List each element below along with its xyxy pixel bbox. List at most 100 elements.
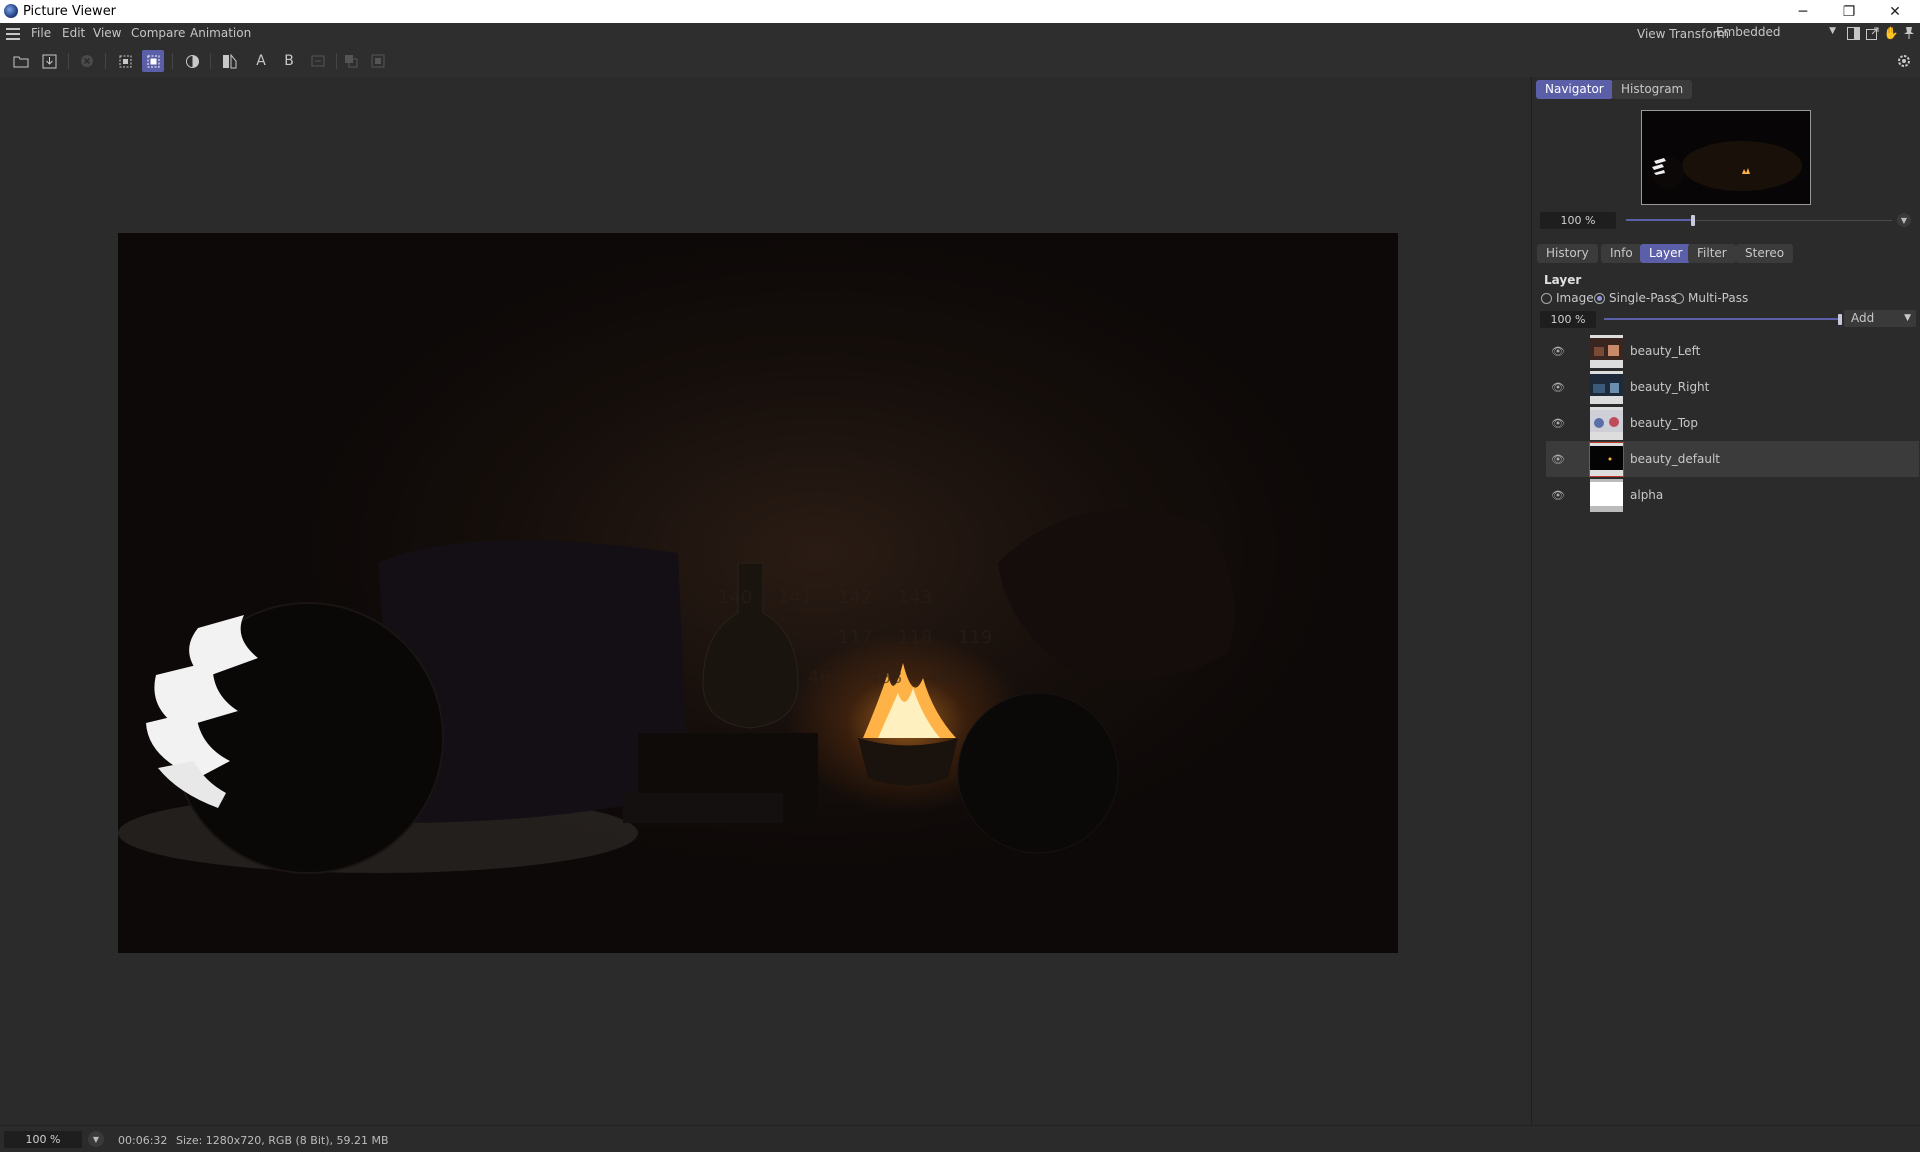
navigator-zoom-fill (1626, 219, 1693, 221)
svg-text:118: 118 (898, 627, 932, 648)
svg-text:141: 141 (778, 587, 812, 608)
title-bar: Picture Viewer ─ ❐ ✕ (0, 0, 1920, 23)
svg-text:143: 143 (898, 587, 932, 608)
status-bar: 100 % ▼ 00:06:32 Size: 1280x720, RGB (8 … (0, 1125, 1920, 1152)
tab-layer[interactable]: Layer (1640, 244, 1692, 263)
app-icon (4, 4, 18, 18)
ab-compare-icon[interactable] (218, 50, 240, 72)
copy-to-a-icon[interactable] (340, 50, 362, 72)
chevron-down-icon[interactable]: ▼ (1897, 213, 1911, 227)
menu-bar: File Edit View Compare Animation View Tr… (0, 23, 1920, 45)
difference-icon[interactable] (307, 50, 329, 72)
stop-render-icon[interactable] (76, 50, 98, 72)
svg-text:469: 469 (928, 667, 962, 688)
tab-filter[interactable]: Filter (1688, 244, 1736, 263)
settings-icon[interactable] (1893, 50, 1915, 72)
chevron-down-icon: ▼ (1829, 26, 1836, 36)
eye-icon[interactable]: 👁 (1551, 416, 1565, 430)
blend-mode-select[interactable]: Add ▼ (1844, 310, 1916, 327)
layer-row-beauty-default[interactable]: 👁 beauty_default (1546, 441, 1919, 477)
render-time: 00:06:32 (118, 1134, 168, 1147)
render-region-icon[interactable] (114, 50, 136, 72)
layer-heading: Layer (1544, 273, 1582, 287)
set-a-button[interactable]: A (250, 50, 272, 72)
image-info: Size: 1280x720, RGB (8 Bit), 59.21 MB (176, 1134, 389, 1147)
navigator-zoom-field[interactable]: 100 % (1540, 212, 1616, 229)
layer-name: beauty_Left (1630, 344, 1701, 358)
layer-row-alpha[interactable]: 👁 alpha (1546, 477, 1919, 513)
maximize-button[interactable]: ❐ (1826, 0, 1872, 23)
layer-name: beauty_Right (1630, 380, 1710, 394)
menu-animation[interactable]: Animation (190, 26, 251, 40)
tab-histogram[interactable]: Histogram (1612, 80, 1693, 99)
chevron-down-icon[interactable]: ▼ (88, 1131, 104, 1147)
toolbar-divider (68, 53, 69, 69)
svg-text:119: 119 (958, 627, 992, 648)
tab-navigator[interactable]: Navigator (1536, 80, 1613, 99)
radio-single-pass-label: Single-Pass (1609, 291, 1677, 305)
layer-name: beauty_default (1630, 452, 1720, 466)
layer-opacity-field[interactable]: 100 % (1540, 311, 1596, 328)
toolbar-divider (336, 53, 337, 69)
radio-image[interactable] (1541, 293, 1552, 304)
save-icon[interactable] (38, 50, 60, 72)
layer-name: alpha (1630, 488, 1664, 502)
pin-icon[interactable] (1902, 26, 1916, 40)
view-transform-select[interactable]: Embedded ▼ (1716, 25, 1840, 43)
eye-icon[interactable]: 👁 (1551, 380, 1565, 394)
toolbar-divider (210, 53, 211, 69)
tab-stereo[interactable]: Stereo (1736, 244, 1794, 263)
layer-row-beauty-left[interactable]: 👁 beauty_Left (1546, 333, 1919, 369)
navigator-zoom-handle[interactable] (1690, 215, 1695, 226)
contrast-icon[interactable] (181, 50, 203, 72)
copy-to-b-icon[interactable] (367, 50, 389, 72)
layer-thumbnail (1590, 407, 1623, 440)
chevron-down-icon: ▼ (1904, 313, 1911, 323)
hand-pan-icon[interactable]: ✋ (1884, 26, 1899, 40)
minimize-button[interactable]: ─ (1780, 0, 1826, 23)
layer-row-beauty-right[interactable]: 👁 beauty_Right (1546, 369, 1919, 405)
svg-text:142: 142 (838, 587, 872, 608)
svg-text:140: 140 (718, 587, 752, 608)
tab-info[interactable]: Info (1601, 244, 1642, 263)
layer-opacity-fill (1604, 318, 1840, 320)
svg-text:467: 467 (808, 667, 842, 688)
radio-image-label: Image (1556, 291, 1594, 305)
toolbar: A B (0, 45, 1920, 78)
svg-text:117: 117 (838, 627, 872, 648)
layer-thumbnail (1590, 335, 1623, 368)
layer-name: beauty_Top (1630, 416, 1699, 430)
status-zoom-field[interactable]: 100 % (4, 1131, 82, 1148)
toolbar-divider (105, 53, 106, 69)
layer-thumbnail (1590, 479, 1623, 512)
layer-thumbnail (1589, 442, 1624, 477)
layer-thumbnail (1590, 371, 1623, 404)
radio-multi-pass[interactable] (1673, 293, 1684, 304)
tab-history[interactable]: History (1537, 244, 1598, 263)
toolbar-divider (172, 53, 173, 69)
set-b-button[interactable]: B (278, 50, 300, 72)
image-viewport[interactable]: 140 141 142 143 117 118 119 467 468 469 (0, 77, 1530, 1125)
render-active-view-icon[interactable] (142, 50, 164, 72)
side-panel: Navigator Histogram 100 % ▼ History Info… (1531, 77, 1920, 1125)
eye-icon[interactable]: 👁 (1551, 344, 1565, 358)
rendered-image[interactable]: 140 141 142 143 117 118 119 467 468 469 (118, 233, 1398, 953)
eye-icon[interactable]: 👁 (1551, 488, 1565, 502)
layer-opacity-handle[interactable] (1838, 314, 1842, 325)
svg-text:468: 468 (868, 667, 902, 688)
eye-icon[interactable]: 👁 (1551, 452, 1565, 466)
panel-layout-icon[interactable] (1846, 26, 1860, 40)
view-transform-value: Embedded (1716, 25, 1781, 39)
menu-view[interactable]: View (93, 26, 121, 40)
menu-compare[interactable]: Compare (131, 26, 185, 40)
radio-single-pass[interactable] (1594, 293, 1605, 304)
close-button[interactable]: ✕ (1872, 0, 1918, 23)
layer-row-beauty-top[interactable]: 👁 beauty_Top (1546, 405, 1919, 441)
navigator-thumbnail[interactable] (1641, 110, 1811, 205)
open-folder-icon[interactable] (10, 50, 32, 72)
blend-mode-value: Add (1851, 311, 1875, 325)
menu-edit[interactable]: Edit (62, 26, 85, 40)
hamburger-menu-icon[interactable] (6, 28, 20, 40)
external-window-icon[interactable] (1865, 26, 1879, 40)
menu-file[interactable]: File (31, 26, 51, 40)
